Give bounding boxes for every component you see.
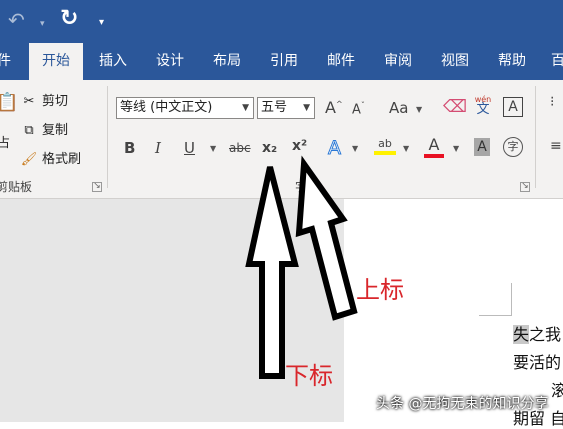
subscript-arrow [245,166,299,379]
subscript-annotation: 下标 [285,362,333,390]
superscript-annotation: 上标 [356,276,404,304]
superscript-arrow [295,155,358,321]
watermark: 头条 @无拘无束的知识分享 [376,396,549,412]
annotation-arrows [245,155,358,379]
